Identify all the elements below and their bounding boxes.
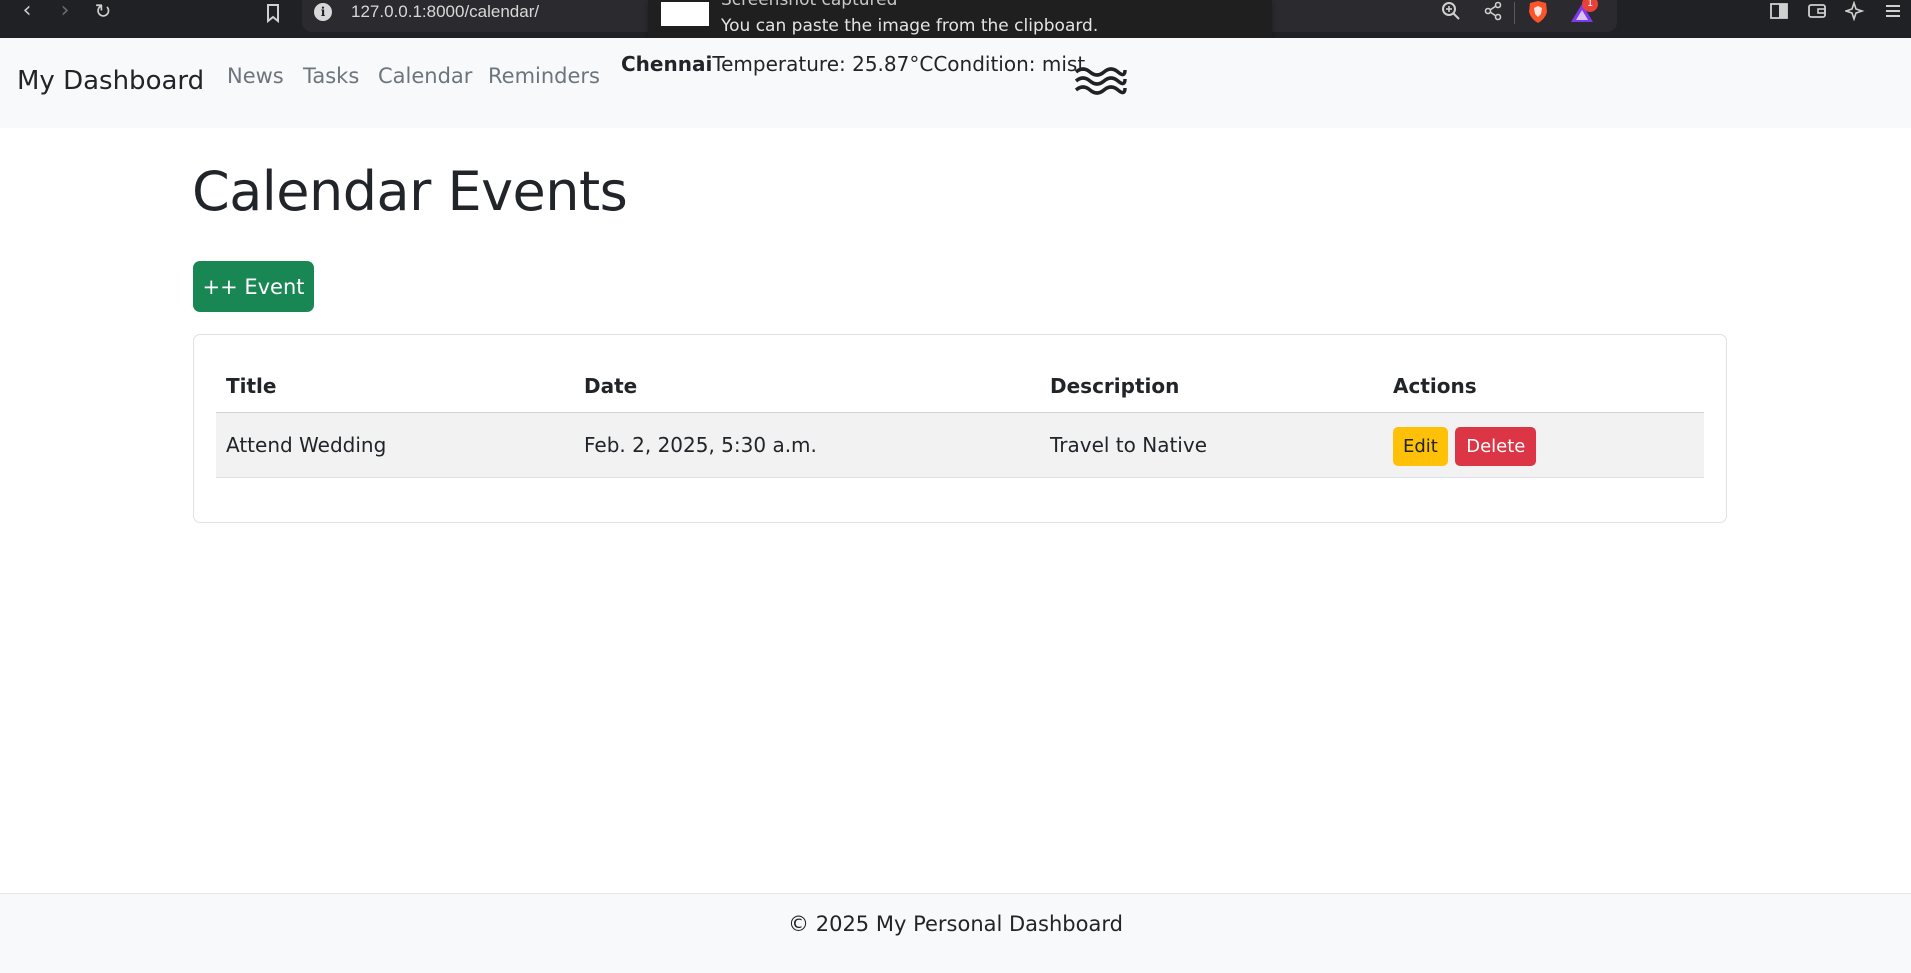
mist-icon — [1074, 67, 1127, 95]
column-header-description: Description — [1040, 361, 1383, 413]
nav-link-calendar[interactable]: Calendar — [378, 64, 472, 88]
zoom-icon[interactable] — [1438, 1, 1464, 25]
event-actions: Edit Delete — [1383, 412, 1704, 478]
nav-link-reminders[interactable]: Reminders — [488, 64, 600, 88]
toast-title: Screenshot captured — [721, 0, 898, 10]
events-table: Title Date Description Actions Attend We… — [216, 361, 1704, 478]
column-header-title: Title — [216, 361, 574, 413]
column-header-actions: Actions — [1383, 361, 1704, 413]
screenshot-thumbnail — [661, 2, 709, 26]
wallet-icon[interactable] — [1804, 1, 1830, 25]
event-description: Travel to Native — [1040, 412, 1383, 478]
events-card: Title Date Description Actions Attend We… — [193, 334, 1727, 523]
reload-icon[interactable]: ↻ — [88, 0, 118, 26]
table-header-row: Title Date Description Actions — [216, 361, 1704, 413]
back-icon[interactable]: ‹ — [12, 0, 42, 26]
toolbar-divider — [1514, 2, 1515, 24]
weather-condition: Condition: mist — [933, 52, 1086, 76]
page-title: Calendar Events — [192, 160, 628, 223]
event-title: Attend Wedding — [216, 412, 574, 478]
weather-temperature: Temperature: 25.87°C — [712, 52, 934, 76]
nav-link-tasks[interactable]: Tasks — [303, 64, 359, 88]
menu-icon[interactable] — [1880, 1, 1906, 25]
edit-button[interactable]: Edit — [1393, 427, 1448, 466]
toast-message: You can paste the image from the clipboa… — [721, 16, 1099, 36]
navbar: My Dashboard News Tasks Calendar Reminde… — [0, 38, 1911, 128]
bookmark-icon[interactable] — [262, 2, 284, 24]
weather-widget: ChennaiTemperature: 25.87°CCondition: mi… — [621, 52, 1085, 76]
site-info-icon[interactable]: i — [314, 3, 332, 21]
nav-link-news[interactable]: News — [227, 64, 284, 88]
footer-text: © 2025 My Personal Dashboard — [788, 912, 1123, 936]
weather-city: Chennai — [621, 52, 713, 76]
url-text[interactable]: 127.0.0.1:8000/calendar/ — [351, 2, 539, 22]
footer: © 2025 My Personal Dashboard — [0, 893, 1911, 973]
delete-button[interactable]: Delete — [1455, 427, 1537, 466]
column-header-date: Date — [574, 361, 1040, 413]
event-date: Feb. 2, 2025, 5:30 a.m. — [574, 412, 1040, 478]
add-event-button[interactable]: ++ Event — [193, 261, 314, 312]
sidebar-toggle-icon[interactable] — [1766, 1, 1792, 25]
share-icon[interactable] — [1480, 1, 1506, 25]
table-row: Attend Wedding Feb. 2, 2025, 5:30 a.m. T… — [216, 412, 1704, 478]
navbar-brand[interactable]: My Dashboard — [17, 66, 204, 96]
forward-icon[interactable]: › — [50, 0, 80, 26]
leo-ai-icon[interactable] — [1842, 0, 1868, 25]
brave-shield-icon[interactable] — [1527, 0, 1549, 24]
